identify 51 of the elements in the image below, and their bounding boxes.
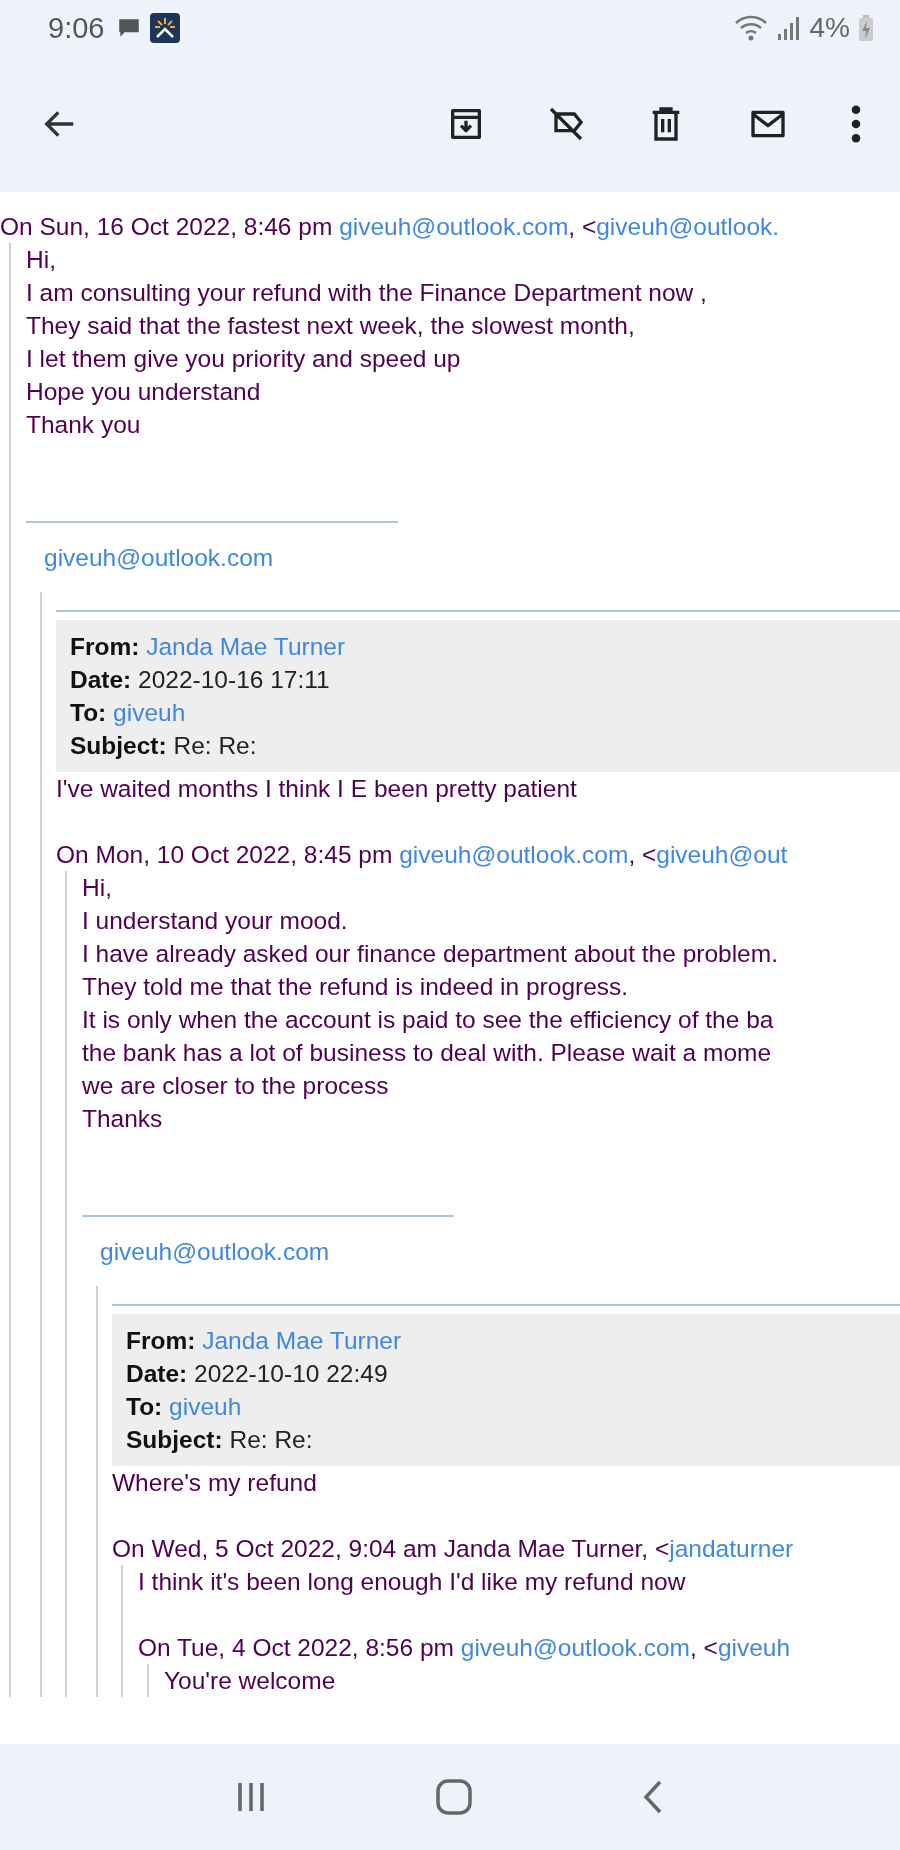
message-line: It is only when the account is paid to see the efficiency of the ba <box>82 1005 775 1035</box>
message-line: I let them give you priority and speed up <box>26 344 462 374</box>
status-time: 9:06 <box>48 11 105 45</box>
header-field: To: giveuh <box>126 1390 886 1423</box>
quote-header: On Tue, 4 Oct 2022, 8:56 pm giveuh@outlook.com, <giveuh <box>138 1633 792 1663</box>
app-icon <box>150 13 181 43</box>
header-field: To: giveuh <box>70 696 886 729</box>
message-line: Hi, <box>82 873 113 903</box>
quote-header: On Mon, 10 Oct 2022, 8:45 pm giveuh@outlook.com, <giveuh@out <box>56 840 789 870</box>
email-link[interactable]: giveuh <box>717 1634 791 1661</box>
contact-link[interactable]: giveuh <box>113 699 186 726</box>
header-field: Date: 2022-10-16 17:11 <box>70 663 886 696</box>
signature-link[interactable]: giveuh@outlook.com <box>44 544 274 571</box>
quote-header: On Wed, 5 Oct 2022, 9:04 am Janda Mae Turner, <jandaturner <box>112 1534 795 1564</box>
message-line: You're welcome <box>164 1666 337 1696</box>
header-field: From: Janda Mae Turner <box>126 1324 886 1357</box>
header-field: Subject: Re: Re: <box>126 1423 886 1456</box>
home-icon[interactable] <box>435 1778 473 1816</box>
email-link[interactable]: giveuh@outlook.com <box>339 213 569 240</box>
message-line: I understand your mood. <box>82 906 349 936</box>
signature-link[interactable]: giveuh@outlook.com <box>100 1238 330 1265</box>
message-line: They said that the fastest next week, the slowest month, <box>26 311 636 341</box>
email-link[interactable]: giveuh@outlook. <box>596 213 780 240</box>
message-line: I think it's been long enough I'd like my refund now <box>138 1567 687 1597</box>
header-field: From: Janda Mae Turner <box>70 630 886 663</box>
wifi-icon <box>733 14 768 42</box>
contact-link[interactable]: giveuh <box>169 1393 242 1420</box>
message-line: I've waited months I think I E been pretty patient <box>56 774 578 804</box>
message-line: we are closer to the process <box>82 1071 390 1101</box>
message-line: Where's my refund <box>112 1468 318 1498</box>
message-line: I am consulting your refund with the Finance Department now , <box>26 278 708 308</box>
message-line: I have already asked our finance department about the problem. <box>82 939 779 969</box>
header-field: Subject: Re: Re: <box>70 729 886 762</box>
message-line: Hope you understand <box>26 377 262 407</box>
message-line: the bank has a lot of business to deal with. Please wait a mome <box>82 1038 773 1068</box>
header-field: Date: 2022-10-10 22:49 <box>126 1357 886 1390</box>
quote-header: On Sun, 16 Oct 2022, 8:46 pm giveuh@outlook.com, <giveuh@outlook. <box>0 212 781 242</box>
message-line: They told me that the refund is indeed in progress. <box>82 972 630 1002</box>
contact-link[interactable]: Janda Mae Turner <box>202 1327 402 1354</box>
contact-link[interactable]: Janda Mae Turner <box>146 633 346 660</box>
email-link[interactable]: giveuh@outlook.com <box>399 841 629 868</box>
email-link[interactable]: giveuh@outlook.com <box>460 1634 690 1661</box>
message-line: Thank you <box>26 410 142 440</box>
email-link[interactable]: giveuh@out <box>656 841 788 868</box>
battery-level: 4% <box>809 12 850 44</box>
message-line: Hi, <box>26 245 57 275</box>
signal-icon <box>775 14 802 42</box>
more-options-icon[interactable] <box>850 104 862 144</box>
email-link[interactable]: jandaturner <box>669 1535 794 1562</box>
battery-charging-icon <box>858 14 874 42</box>
message-line: Thanks <box>82 1104 164 1134</box>
